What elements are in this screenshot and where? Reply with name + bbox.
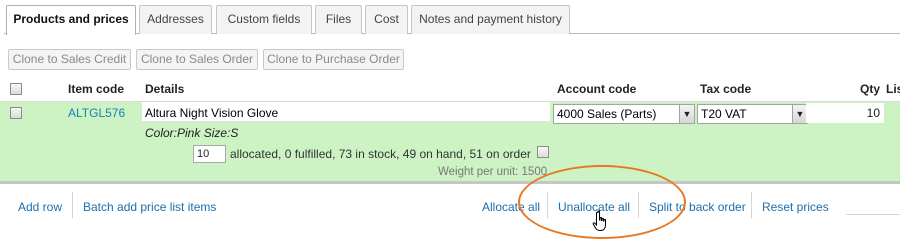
clone-to-sales-credit-button[interactable]: Clone to Sales Credit xyxy=(8,49,131,70)
tab-bar: Products and prices Addresses Custom fie… xyxy=(4,5,900,35)
item-code-link[interactable]: ALTGL576 xyxy=(68,106,125,120)
batch-add-price-list-items-link[interactable]: Batch add price list items xyxy=(83,200,216,214)
variant-options: Color:Pink Size:S xyxy=(145,126,239,140)
clone-to-purchase-order-button[interactable]: Clone to Purchase Order xyxy=(263,49,404,70)
tab-cost[interactable]: Cost xyxy=(365,5,408,34)
add-row-link[interactable]: Add row xyxy=(18,200,62,214)
tab-files[interactable]: Files xyxy=(315,5,362,34)
tab-custom-fields[interactable]: Custom fields xyxy=(216,5,312,34)
header-account-code: Account code xyxy=(557,82,637,96)
header-qty: Qty xyxy=(860,82,881,96)
header-details: Details xyxy=(145,82,185,96)
account-code-select[interactable]: 4000 Sales (Parts) xyxy=(553,104,695,124)
separator xyxy=(72,192,73,218)
header-item-code: Item code xyxy=(68,82,125,96)
details-text: Altura Night Vision Glove xyxy=(145,106,279,120)
tab-notes-and-payment-history[interactable]: Notes and payment history xyxy=(411,5,570,34)
row-checkbox[interactable] xyxy=(10,107,22,119)
header-list-price: Lis xyxy=(886,82,900,96)
allocation-checkbox[interactable] xyxy=(537,146,549,158)
tab-products-and-prices[interactable]: Products and prices xyxy=(6,5,136,35)
separator xyxy=(846,214,900,215)
qty-input[interactable]: 10 xyxy=(806,103,884,123)
tab-addresses[interactable]: Addresses xyxy=(139,5,212,34)
header-tax-code: Tax code xyxy=(700,82,752,96)
select-all-checkbox[interactable] xyxy=(10,83,22,95)
chevron-down-icon[interactable]: ▼ xyxy=(792,105,807,123)
clone-to-sales-order-button[interactable]: Clone to Sales Order xyxy=(136,49,258,70)
allocate-qty-input[interactable]: 10 xyxy=(193,145,226,163)
reset-prices-link[interactable]: Reset prices xyxy=(762,200,829,214)
chevron-down-icon[interactable]: ▼ xyxy=(679,105,694,123)
stock-status-text: allocated, 0 fulfilled, 73 in stock, 49 … xyxy=(230,147,531,161)
separator xyxy=(751,192,752,218)
row-divider xyxy=(0,181,900,184)
hand-pointer-icon xyxy=(592,210,606,231)
weight-per-unit: Weight per unit: 1500 xyxy=(438,166,548,178)
